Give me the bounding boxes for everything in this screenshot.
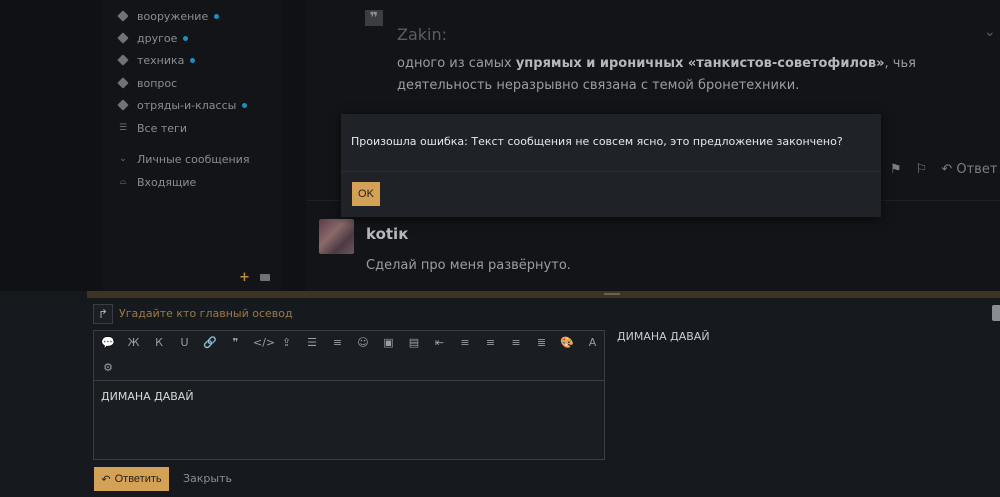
quote-text: одного из самых упрямых и ироничных «тан…: [397, 56, 916, 93]
palette-icon[interactable]: 🎨: [559, 335, 575, 351]
editor-input[interactable]: ДИМАНА ДАВАЙ: [101, 390, 194, 403]
bookmark-icon[interactable]: ⚑: [890, 162, 902, 177]
tag-icon: [117, 54, 129, 66]
sidebar-item-tag[interactable]: другое: [117, 29, 189, 47]
error-dialog: Произошла ошибка: Текст сообщения не сов…: [341, 114, 881, 217]
divider: [341, 171, 881, 172]
handle-icon[interactable]: [992, 305, 1000, 321]
sidebar-item-tag[interactable]: вопрос: [117, 74, 178, 92]
tag-icon: [117, 99, 129, 111]
image-icon[interactable]: ▤: [406, 335, 422, 351]
post-author[interactable]: kotік: [366, 225, 408, 243]
sidebar-tools: +: [239, 270, 270, 285]
italic-icon[interactable]: К: [151, 335, 167, 351]
list-icon: ☰: [118, 123, 128, 133]
tag-icon: [117, 77, 129, 89]
quote-icon[interactable]: ❞: [228, 335, 244, 351]
sidebar-item-inbox[interactable]: ⌓ Входящие: [118, 173, 196, 191]
indent-icon[interactable]: ⇤: [432, 335, 448, 351]
preview-text: ДИМАНА ДАВАЙ: [617, 330, 710, 343]
inbox-icon: ⌓: [119, 177, 127, 187]
share-icon[interactable]: ↱: [93, 304, 113, 324]
font-icon[interactable]: A: [585, 335, 601, 351]
bullet-list-icon[interactable]: ☰: [304, 335, 320, 351]
resize-splitter[interactable]: [87, 291, 1000, 298]
keyboard-icon[interactable]: [259, 274, 270, 281]
quote-icon: ❞: [365, 10, 383, 26]
error-message: Произошла ошибка: Текст сообщения не сов…: [351, 135, 843, 148]
media-icon[interactable]: ▣: [381, 335, 397, 351]
ok-button[interactable]: OK: [352, 182, 380, 206]
reply-action[interactable]: ↶ Ответ: [941, 162, 997, 177]
sidebar-item-label: Входящие: [137, 175, 197, 189]
sidebar-item-label: вопрос: [137, 76, 178, 90]
new-dot: [242, 102, 248, 108]
sidebar-section-pm[interactable]: ⌄ Личные сообщения: [118, 150, 249, 168]
new-dot: [214, 13, 220, 19]
justify-icon[interactable]: ≣: [534, 335, 550, 351]
quote-author: Zakin:: [397, 25, 448, 44]
align-left-icon[interactable]: ≡: [457, 335, 473, 351]
reply-icon: ↶: [941, 162, 953, 177]
sidebar-item-tag[interactable]: вооружение: [117, 7, 220, 25]
sidebar-item-label: Все теги: [137, 121, 187, 135]
new-dot: [183, 35, 189, 41]
avatar[interactable]: [319, 219, 354, 254]
upload-icon[interactable]: ⇪: [279, 335, 295, 351]
reply-thread-title[interactable]: Угадайте кто главный осевод: [119, 307, 293, 320]
sidebar-item-tag[interactable]: отряды-и-классы: [117, 96, 248, 114]
tag-icon: [117, 10, 129, 22]
sidebar-section-label: Личные сообщения: [137, 152, 250, 166]
sidebar-item-label: другое: [137, 31, 178, 45]
align-right-icon[interactable]: ≡: [508, 335, 524, 351]
plus-icon[interactable]: +: [239, 270, 250, 285]
editor-toolbar: 💬 Ж К U 🔗 ❞ </> ⇪ ☰ ≡ ☺ ▣ ▤ ⇤ ≡ ≡ ≡ ≣ 🎨 A ⚙: [94, 331, 604, 381]
sidebar: вооружение другое техника вопрос отряды-…: [103, 0, 281, 291]
bold-icon[interactable]: Ж: [126, 335, 142, 351]
gear-icon[interactable]: ⚙: [100, 360, 116, 376]
reply-submit-button[interactable]: ↶ Ответить: [94, 467, 169, 491]
underline-icon[interactable]: U: [177, 335, 193, 351]
emoji-icon[interactable]: ☺: [355, 335, 371, 351]
sidebar-item-label: вооружение: [137, 9, 209, 23]
tag-icon: [117, 32, 129, 44]
sidebar-item-label: отряды-и-классы: [137, 98, 237, 112]
sidebar-item-all-tags[interactable]: ☰ Все теги: [118, 119, 187, 137]
sidebar-item-tag[interactable]: техника: [117, 51, 196, 69]
new-dot: [190, 57, 196, 63]
splitter-grip-icon[interactable]: [604, 293, 620, 295]
reply-icon: ↶: [101, 473, 111, 486]
comment-icon[interactable]: 💬: [100, 335, 116, 351]
chevron-down-icon[interactable]: ⌄: [984, 24, 996, 40]
sidebar-item-label: техника: [137, 53, 185, 67]
link-icon[interactable]: 🔗: [202, 335, 218, 351]
align-center-icon[interactable]: ≡: [483, 335, 499, 351]
numbered-list-icon[interactable]: ≡: [330, 335, 346, 351]
close-button[interactable]: Закрыть: [183, 472, 232, 485]
message-editor[interactable]: 💬 Ж К U 🔗 ❞ </> ⇪ ☰ ≡ ☺ ▣ ▤ ⇤ ≡ ≡ ≡ ≣ 🎨 A ⚙ ДИМАНА ДАВАЙ: [93, 330, 605, 460]
flag-icon[interactable]: ⚐: [916, 162, 928, 177]
chevron-down-icon: ⌄: [119, 154, 127, 164]
post-actions: ⚑ ⚐ ↶ Ответ: [890, 162, 997, 177]
code-icon[interactable]: </>: [253, 335, 275, 351]
post-text: Сделай про меня развёрнуто.: [366, 258, 571, 273]
